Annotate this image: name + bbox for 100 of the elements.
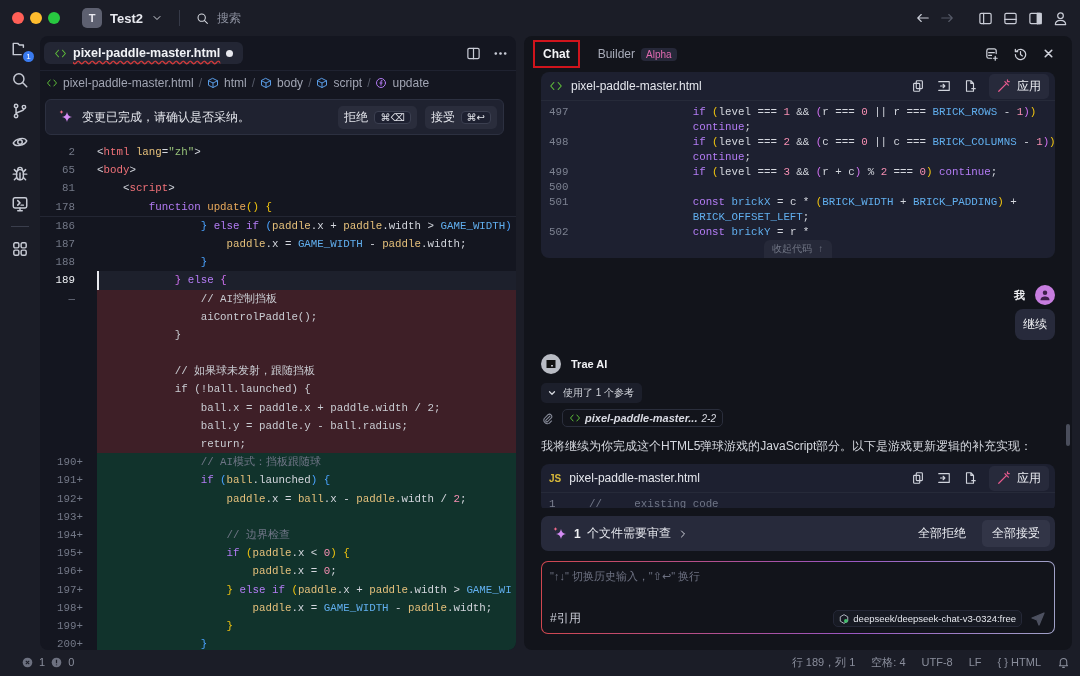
project-title[interactable]: Test2 bbox=[110, 10, 143, 26]
code-line: const brickY = r * bbox=[691, 225, 810, 240]
code-line: continue; bbox=[691, 120, 751, 135]
review-label[interactable]: 个文件需要审查 bbox=[586, 525, 671, 542]
apps-icon[interactable] bbox=[11, 240, 29, 258]
breadcrumb-item[interactable]: body bbox=[277, 76, 304, 90]
reject-all-button[interactable]: 全部拒绝 bbox=[908, 520, 976, 547]
bottom-panel-icon[interactable] bbox=[1003, 10, 1018, 26]
account-icon[interactable] bbox=[1053, 10, 1068, 26]
maximize-button[interactable] bbox=[48, 12, 60, 24]
paperclip-icon bbox=[541, 411, 554, 425]
code-line: } else if (paddle.x + paddle.width > GAME_WIDTH) bbox=[199, 218, 513, 234]
banner-button[interactable]: 拒绝 ⌘⌫ bbox=[338, 105, 417, 129]
alpha-badge: Alpha bbox=[641, 47, 677, 61]
assistant-name: Trae AI bbox=[571, 358, 608, 370]
editor-tab[interactable]: pixel-paddle-master.html bbox=[44, 42, 244, 64]
cube-icon bbox=[207, 77, 220, 89]
banner-button[interactable]: 接受 ⌘↩ bbox=[424, 105, 497, 129]
search-field[interactable]: 搜索 bbox=[217, 9, 241, 27]
model-icon bbox=[839, 613, 850, 624]
code-line: function update() { bbox=[147, 199, 273, 215]
branch-icon[interactable] bbox=[11, 102, 29, 120]
accept-all-button[interactable]: 全部接受 bbox=[982, 520, 1050, 547]
insert-icon[interactable] bbox=[937, 471, 951, 485]
assistant-message: 我将继续为你完成这个HTML5弹球游戏的JavaScript部分。以下是游戏更新逻辑的补充实现： bbox=[541, 438, 1034, 455]
line-number: — bbox=[67, 291, 76, 307]
left-panel-icon[interactable] bbox=[978, 10, 993, 26]
reference-button[interactable]: #引用 bbox=[550, 610, 826, 627]
search-icon[interactable] bbox=[11, 71, 29, 89]
panel-tab[interactable]: Chat bbox=[533, 40, 580, 68]
line-number: 196+ bbox=[56, 564, 84, 580]
cube-icon bbox=[260, 77, 273, 89]
model-selector[interactable]: deepseek/deepseek-chat-v3-0324:free bbox=[833, 610, 1022, 627]
new-file-icon[interactable] bbox=[963, 471, 977, 485]
new-chat-icon[interactable] bbox=[984, 46, 999, 62]
line-number: 188 bbox=[54, 255, 76, 271]
code-icon bbox=[46, 77, 58, 89]
line-number: 186 bbox=[54, 218, 76, 234]
code-line: continue; bbox=[691, 150, 751, 165]
bell-icon[interactable] bbox=[1057, 655, 1070, 669]
breadcrumb-item[interactable]: pixel-paddle-master.html bbox=[63, 76, 194, 90]
line-number: 178 bbox=[54, 199, 76, 215]
new-file-icon[interactable] bbox=[963, 79, 977, 93]
code-line: if (level === 2 && (c === 0 || c === BRICK_COLUMNS - 1)) bbox=[691, 135, 1055, 150]
status-item[interactable]: LF bbox=[968, 656, 982, 668]
code-line: if (level === 3 && (r + c) % 2 === 0) continue; bbox=[691, 165, 998, 180]
line-number: 1 bbox=[548, 497, 557, 508]
line-number: 2 bbox=[67, 145, 76, 160]
user-name: 我 bbox=[1014, 287, 1025, 303]
code-line: } bbox=[199, 255, 209, 271]
chat-input[interactable]: "↑↓" 切换历史输入，"⇧↩" 换行 #引用 deepseek/deepseek-chat-v3-0324:free bbox=[541, 561, 1055, 634]
code-icon bbox=[569, 412, 581, 424]
line-number: 65 bbox=[61, 163, 76, 179]
breadcrumb-item[interactable]: update bbox=[392, 76, 430, 90]
breadcrumb-item[interactable]: script bbox=[333, 76, 363, 90]
project-avatar: T bbox=[82, 8, 102, 28]
warning-count[interactable]: 0 bbox=[68, 656, 75, 668]
close-icon[interactable] bbox=[1042, 46, 1055, 60]
panel-tab[interactable]: Builder Alpha bbox=[587, 40, 687, 68]
references-toggle[interactable]: 使用了 1 个参考 bbox=[541, 383, 643, 403]
bug-icon[interactable] bbox=[11, 164, 29, 182]
split-editor-icon[interactable] bbox=[466, 45, 481, 61]
code-line: <script> bbox=[121, 181, 176, 197]
file-name: pixel-paddle-master.html bbox=[569, 471, 701, 485]
line-number: 187 bbox=[54, 236, 76, 252]
insert-icon[interactable] bbox=[937, 79, 951, 93]
monitor-icon[interactable] bbox=[11, 195, 29, 213]
line-number: 81 bbox=[61, 181, 76, 197]
line-number: 502 bbox=[548, 225, 570, 240]
line-number: 193+ bbox=[56, 509, 84, 525]
breadcrumb-separator: / bbox=[198, 76, 203, 90]
breadcrumb-separator: / bbox=[251, 76, 256, 90]
line-number: 199+ bbox=[56, 618, 84, 634]
line-number: 191+ bbox=[56, 473, 84, 489]
apply-button[interactable]: 应用 bbox=[989, 73, 1049, 99]
status-item[interactable]: UTF-8 bbox=[921, 656, 953, 668]
line-number: 197+ bbox=[56, 582, 84, 598]
user-message: 继续 bbox=[1015, 309, 1055, 340]
file-reference[interactable]: pixel-paddle-master... 2-2 bbox=[562, 409, 723, 427]
status-item[interactable]: { } HTML bbox=[997, 656, 1041, 668]
breadcrumb-item[interactable]: html bbox=[224, 76, 247, 90]
status-item[interactable]: 行 189，列 1 bbox=[791, 654, 856, 670]
user-avatar bbox=[1035, 285, 1055, 305]
file-count: 1 bbox=[574, 526, 581, 541]
copy-icon[interactable] bbox=[911, 79, 925, 93]
back-arrow-icon[interactable] bbox=[916, 11, 930, 25]
error-count[interactable]: 1 bbox=[39, 656, 46, 668]
line-number: 190+ bbox=[56, 455, 84, 471]
scrollbar[interactable] bbox=[1066, 424, 1070, 446]
line-number: 497 bbox=[548, 105, 570, 120]
close-button[interactable] bbox=[12, 12, 24, 24]
copy-icon[interactable] bbox=[911, 471, 925, 485]
history-icon[interactable] bbox=[1013, 46, 1028, 62]
error-icon bbox=[22, 656, 33, 668]
minimize-button[interactable] bbox=[30, 12, 42, 24]
right-panel-icon[interactable] bbox=[1028, 10, 1043, 26]
apply-button[interactable]: 应用 bbox=[989, 465, 1049, 491]
status-item[interactable]: 空格: 4 bbox=[871, 654, 906, 670]
line-number: 189 bbox=[54, 273, 76, 289]
code-line: paddle.x = GAME_WIDTH - paddle.width; bbox=[225, 236, 468, 252]
